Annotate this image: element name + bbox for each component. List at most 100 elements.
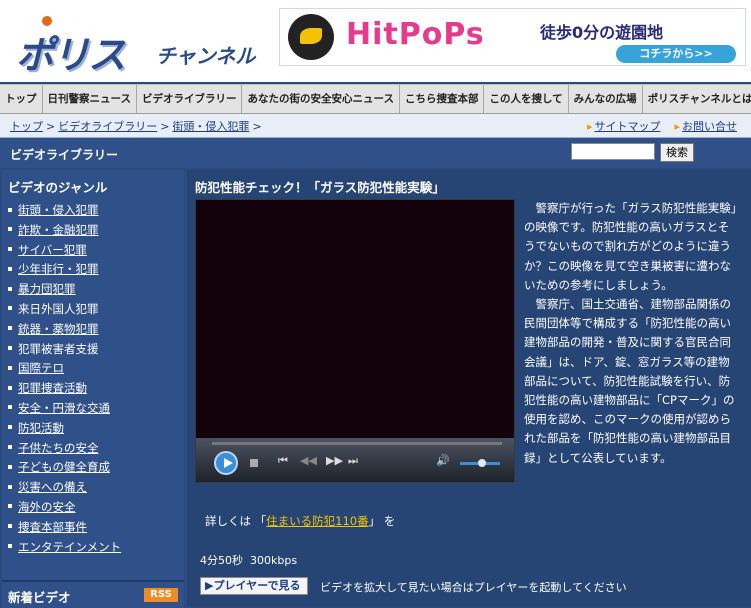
rewind-icon[interactable]: ◀◀ [300,454,317,467]
nav-wanted[interactable]: この人を捜して [484,85,569,113]
description-paragraph: 警察庁、国土交通省、建物部品関係の民間団体等で構成する「防犯性能の高い建物部品の… [524,297,735,465]
logo-subtext: チャンネル [156,44,256,68]
logo-text: ポリス [16,33,126,77]
banner-brand-text: HitPoPs [346,17,485,52]
nav-about[interactable]: ポリスチャンネルとは [643,85,751,113]
bullet-icon [8,425,12,430]
genre-item[interactable]: 災害への備え [8,479,121,499]
breadcrumb-bar: トップ > ビデオライブラリー > 街頭・侵入犯罪 > ▸ サイトマップ ▸ お問い合せ [0,114,751,138]
genre-item[interactable]: 銃器・薬物犯罪 [8,321,121,341]
search-button[interactable]: 検索 [660,143,694,162]
genre-label: 捜査本部事件 [18,519,87,534]
genre-label: 国際テロ [18,361,64,376]
breadcrumb-sep: > [252,120,262,133]
genre-item[interactable]: 子供たちの安全 [8,440,121,460]
seek-bar[interactable] [212,442,502,445]
genre-label: 災害への備え [18,480,87,495]
genre-item[interactable]: サイバー犯罪 [8,242,121,262]
genre-item: 犯罪被害者支援 [8,341,121,361]
breadcrumb-sep: > [160,120,170,133]
breadcrumb-top[interactable]: トップ [10,120,43,133]
genre-label: 犯罪被害者支援 [18,341,99,356]
bullet-icon [8,207,12,212]
utility-links: ▸ サイトマップ ▸ お問い合せ [587,118,737,134]
section-title: ビデオライブラリー [10,148,119,162]
genre-item[interactable]: 海外の安全 [8,499,121,519]
video-meta: 4分50秒 300kbps [200,552,297,568]
genre-label: エンタテインメント [18,539,122,554]
genre-label: 海外の安全 [18,499,76,514]
global-nav: トップ 日刊警察ニュース ビデオライブラリー あなたの街の安全安心ニュース こち… [0,84,751,114]
open-player-button[interactable]: ▶プレイヤーで見る [200,577,308,595]
bullet-icon [8,266,12,271]
volume-icon[interactable]: 🔊 [436,454,450,467]
nav-community[interactable]: みんなの広場 [569,85,643,113]
bullet-icon [8,306,12,311]
ad-banner[interactable]: HitPoPs 徒歩0分の遊園地 コチラから>> [279,8,746,66]
nav-local-safety-news[interactable]: あなたの街の安全安心ニュース [242,85,400,113]
volume-knob[interactable] [478,459,486,467]
genre-item[interactable]: 国際テロ [8,360,121,380]
fish-logo-icon [288,14,334,60]
site-logo[interactable]: ポリス チャンネル [6,10,268,77]
more-info-link[interactable]: 住まいる防犯110番 [266,514,368,528]
genre-item[interactable]: 安全・円滑な交通 [8,400,121,420]
breadcrumb-street-crime[interactable]: 街頭・侵入犯罪 [172,120,249,133]
stop-icon[interactable] [250,459,258,467]
video-detail: 防犯性能チェック！「ガラス防犯性能実験」 ⏮ ◀◀ ▶▶ ⏭ 🔊 警察庁が行った… [187,170,751,606]
nav-daily-news[interactable]: 日刊警察ニュース [43,85,137,113]
bullet-icon [8,385,12,390]
bullet-icon [8,484,12,489]
genre-label: 安全・円滑な交通 [18,400,110,415]
breadcrumb-video-library[interactable]: ビデオライブラリー [58,120,157,133]
genre-item[interactable]: 防犯活動 [8,420,121,440]
bullet-icon [8,405,12,410]
genre-label: サイバー犯罪 [18,242,87,257]
banner-tagline: 徒歩0分の遊園地 [540,23,664,42]
genre-item[interactable]: エンタテインメント [8,539,121,559]
arrow-icon: ▸ [674,120,680,133]
search-input[interactable] [571,143,655,160]
fast-forward-icon[interactable]: ▶▶ [326,454,343,467]
genre-item: 来日外国人犯罪 [8,301,121,321]
genre-label: 暴力団犯罪 [18,282,76,297]
breadcrumb-sep: > [46,120,56,133]
rss-button[interactable]: RSS [144,588,178,602]
genre-item[interactable]: 捜査本部事件 [8,519,121,539]
genre-item[interactable]: 詐欺・金融犯罪 [8,222,121,242]
bullet-icon [8,247,12,252]
genre-label: 少年非行・犯罪 [18,262,99,277]
genre-item[interactable]: 犯罪捜査活動 [8,380,121,400]
genre-item[interactable]: 少年非行・犯罪 [8,261,121,281]
genre-label: 子どもの健全育成 [18,460,110,475]
banner-button[interactable]: コチラから>> [616,45,736,63]
bullet-icon [8,445,12,450]
genre-label: 街頭・侵入犯罪 [18,203,99,217]
more-suffix: 」 を [368,514,396,528]
bullet-icon [8,504,12,509]
genre-label: 銃器・薬物犯罪 [18,321,99,336]
bullet-icon [8,544,12,549]
new-videos-title: 新着ビデオ [8,590,71,605]
genre-sidebar: ビデオのジャンル 街頭・侵入犯罪 詐欺・金融犯罪 サイバー犯罪 少年非行・犯罪 … [2,170,184,606]
video-description: 警察庁が行った「ガラス防犯性能実験」の映像です。防犯性能の高いガラスとそうでない… [524,199,738,468]
video-duration: 4分50秒 [200,554,243,567]
video-player[interactable]: ⏮ ◀◀ ▶▶ ⏭ 🔊 [195,199,515,483]
contact-link[interactable]: お問い合せ [682,120,737,133]
arrow-icon: ▸ [586,120,593,133]
nav-top[interactable]: トップ [0,85,43,113]
genre-label: 子供たちの安全 [18,440,99,455]
previous-icon[interactable]: ⏮ [278,454,288,468]
video-bitrate: 300kbps [250,554,298,567]
nav-video-library[interactable]: ビデオライブラリー [137,85,243,113]
genre-item[interactable]: 子どもの健全育成 [8,459,121,479]
genre-item[interactable]: 暴力団犯罪 [8,281,121,301]
nav-investigation-hq[interactable]: こちら捜査本部 [400,85,485,113]
genre-label: 来日外国人犯罪 [18,301,99,316]
sitemap-link[interactable]: サイトマップ [594,120,660,133]
next-icon[interactable]: ⏭ [348,454,358,468]
play-icon[interactable] [214,451,238,475]
bullet-icon [8,365,12,370]
banner-brand: HitPoPs [346,17,485,52]
genre-item[interactable]: 街頭・侵入犯罪 [8,202,121,222]
